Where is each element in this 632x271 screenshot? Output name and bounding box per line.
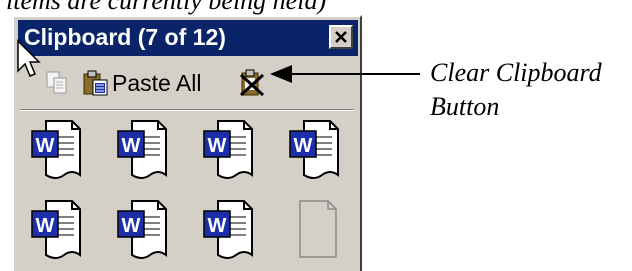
svg-text:W: W <box>122 215 141 237</box>
svg-text:W: W <box>208 135 227 157</box>
paste-all-icon <box>83 70 108 96</box>
title-bar[interactable]: Clipboard (7 of 12) <box>18 20 358 56</box>
callout-line-1: Clear Clipboard <box>430 58 602 87</box>
clipboard-item-empty[interactable] <box>286 197 342 263</box>
close-icon <box>335 31 347 43</box>
svg-text:W: W <box>208 215 227 237</box>
copy-button[interactable] <box>44 69 72 97</box>
word-document-icon: W <box>117 200 167 259</box>
clipboard-items: W W W W W W W <box>28 117 358 267</box>
svg-text:W: W <box>36 215 55 237</box>
clipboard-item[interactable]: W <box>114 197 170 263</box>
copy-icon <box>46 71 67 94</box>
paste-all-label: Paste All <box>112 70 202 96</box>
blank-document-icon <box>299 200 337 258</box>
close-button[interactable] <box>329 25 353 49</box>
clipboard-item[interactable]: W <box>28 197 84 263</box>
clipboard-task-pane: Clipboard (7 of 12) Paste All W W W W W … <box>12 15 362 271</box>
svg-text:W: W <box>122 135 141 157</box>
clipboard-item[interactable]: W <box>114 117 170 183</box>
word-document-icon: W <box>289 120 339 179</box>
clipboard-item[interactable]: W <box>28 117 84 183</box>
toolbar-separator <box>20 109 354 111</box>
svg-text:W: W <box>294 135 313 157</box>
clipboard-item[interactable]: W <box>200 117 256 183</box>
word-document-icon: W <box>31 120 81 179</box>
mouse-pointer-icon <box>17 39 41 77</box>
clear-clipboard-button[interactable] <box>236 67 268 99</box>
word-document-icon: W <box>31 200 81 259</box>
word-document-icon: W <box>117 120 167 179</box>
annotation-arrow <box>270 65 420 83</box>
clear-clipboard-icon <box>239 69 265 97</box>
svg-text:W: W <box>36 135 55 157</box>
callout-line-2: Button <box>430 92 500 121</box>
clipboard-item[interactable]: W <box>286 117 342 183</box>
top-caption: items are currently being held) <box>6 0 327 15</box>
paste-all-button[interactable]: Paste All <box>82 67 242 99</box>
window-title: Clipboard (7 of 12) <box>24 24 226 50</box>
word-document-icon: W <box>203 120 253 179</box>
clipboard-item[interactable]: W <box>200 197 256 263</box>
callout-label: Clear Clipboard Button <box>430 56 630 124</box>
word-document-icon: W <box>203 200 253 259</box>
